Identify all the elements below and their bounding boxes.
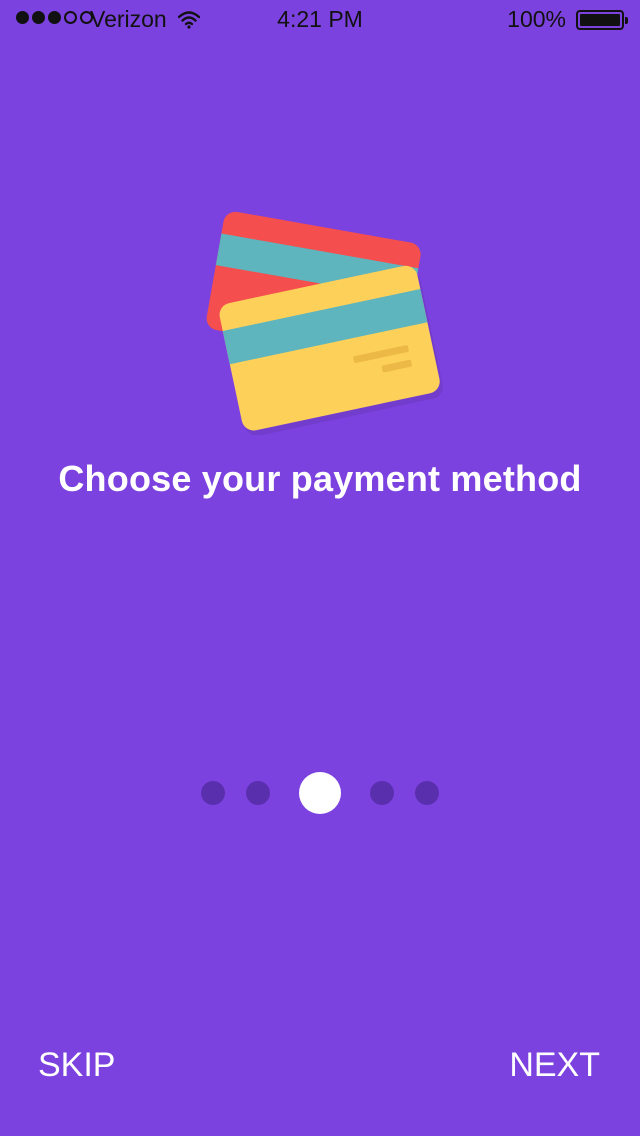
battery-percentage: 100%: [507, 6, 566, 32]
page-indicator[interactable]: [0, 772, 640, 814]
page-dot-active[interactable]: [299, 772, 341, 814]
next-button[interactable]: NEXT: [509, 1046, 600, 1085]
page-dot[interactable]: [370, 781, 394, 805]
page-dot[interactable]: [201, 781, 225, 805]
status-bar: Verizon 4:21 PM 100%: [0, 0, 640, 40]
credit-cards-icon: [190, 205, 450, 436]
page-title: Choose your payment method: [58, 458, 582, 499]
page-dot[interactable]: [415, 781, 439, 805]
battery-icon: [576, 10, 628, 30]
page-dot[interactable]: [246, 781, 270, 805]
skip-button[interactable]: SKIP: [38, 1046, 115, 1085]
